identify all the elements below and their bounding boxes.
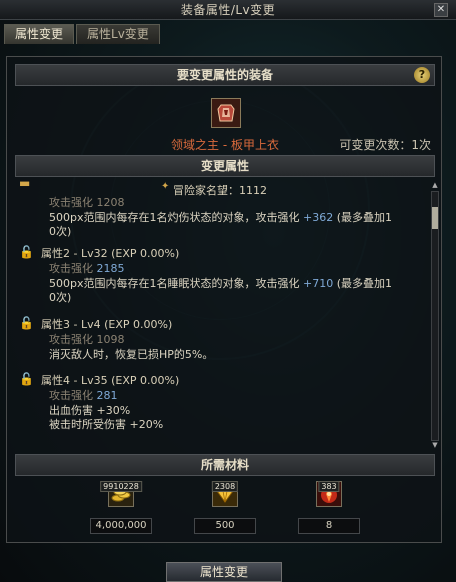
material-item-crystal[interactable]: 383 bbox=[299, 481, 359, 507]
property-stat-line: 攻击强化 2185 bbox=[49, 262, 125, 275]
property-title: 属性2 - Lv32 (EXP 0.00%) bbox=[41, 247, 180, 260]
help-icon[interactable]: ? bbox=[414, 67, 430, 83]
equip-slot[interactable] bbox=[211, 98, 241, 128]
props-section-title: 变更属性 bbox=[200, 159, 249, 173]
scroll-down-arrow[interactable]: ▼ bbox=[431, 441, 439, 451]
materials-section-header: 所需材料 bbox=[15, 454, 435, 476]
tab-bar: 属性变更 属性Lv变更 bbox=[4, 24, 160, 44]
property-list: ✦ 冒险家名望：1112 ▬ 攻击强化 1208 500px范围内每存在1名灼伤… bbox=[15, 179, 427, 447]
property-effect-line-cont: 0次) bbox=[49, 225, 72, 238]
main-panel: 要变更属性的装备 ? 领域之主 - 板甲上衣 可变更次数：1次 变更属性 ✦ 冒… bbox=[6, 56, 442, 543]
window-title: 装备属性/Lv变更 bbox=[180, 3, 276, 17]
property-change-button[interactable]: 属性变更 bbox=[166, 562, 282, 582]
armor-icon bbox=[212, 99, 240, 127]
property-title: 属性3 - Lv4 (EXP 0.00%) bbox=[41, 318, 173, 331]
remaining-change-count: 可变更次数：1次 bbox=[339, 138, 431, 152]
property-stat-line: 攻击强化 1098 bbox=[49, 333, 125, 346]
material-stock-count: 9910228 bbox=[100, 481, 142, 492]
unlock-icon[interactable]: 🔓 bbox=[19, 245, 34, 259]
tab-property-lv-change[interactable]: 属性Lv变更 bbox=[76, 24, 160, 44]
props-section-header: 变更属性 bbox=[15, 155, 435, 177]
property-effect-line: 500px范围内每存在1名睡眠状态的对象，攻击强化 +710 (最多叠加1 bbox=[49, 277, 392, 290]
property-stat-line: 攻击强化 1208 bbox=[49, 196, 125, 209]
material-required-amount: 8 bbox=[298, 518, 360, 534]
scrollbar-thumb[interactable] bbox=[432, 207, 438, 229]
material-required-amount: 500 bbox=[194, 518, 256, 534]
material-item-diamond[interactable]: 2308 bbox=[195, 481, 255, 507]
gold-coins-icon: 9910228 bbox=[100, 481, 142, 507]
unlock-icon[interactable]: 🔓 bbox=[19, 316, 34, 330]
property-stat-line: 攻击强化 281 bbox=[49, 389, 118, 402]
scroll-up-arrow[interactable]: ▲ bbox=[431, 181, 439, 191]
lock-icon[interactable]: ▬ bbox=[19, 179, 31, 190]
adventurer-reputation: 冒险家名望：1112 bbox=[173, 184, 267, 197]
property-effect-line-2: 被击时所受伤害 +20% bbox=[49, 418, 164, 431]
red-crystal-icon: 383 bbox=[316, 481, 342, 507]
material-stock-count: 383 bbox=[318, 481, 340, 492]
material-item-gold[interactable]: 9910228 bbox=[91, 481, 151, 507]
equip-section-title: 要变更属性的装备 bbox=[176, 68, 273, 82]
material-stock-count: 2308 bbox=[211, 481, 239, 492]
property-effect-line: 500px范围内每存在1名灼伤状态的对象，攻击强化 +362 (最多叠加1 bbox=[49, 211, 392, 224]
equip-section-header: 要变更属性的装备 ? bbox=[15, 64, 435, 86]
title-bar[interactable]: 装备属性/Lv变更 ✕ bbox=[0, 0, 456, 20]
unlock-icon[interactable]: 🔓 bbox=[19, 372, 34, 386]
materials-section-title: 所需材料 bbox=[200, 458, 249, 472]
property-effect-line: 消灭敌人时，恢复已损HP的5%。 bbox=[49, 348, 214, 361]
material-required-amount: 4,000,000 bbox=[90, 518, 152, 534]
property-title: 属性4 - Lv35 (EXP 0.00%) bbox=[41, 374, 180, 387]
reputation-icon: ✦ bbox=[161, 181, 170, 192]
diamond-icon: 2308 bbox=[211, 481, 239, 507]
tab-property-change[interactable]: 属性变更 bbox=[4, 24, 75, 44]
property-effect-line-cont: 0次) bbox=[49, 291, 72, 304]
equip-property-window: 装备属性/Lv变更 ✕ 属性变更 属性Lv变更 要变更属性的装备 ? 领域之主 … bbox=[0, 0, 456, 582]
close-button[interactable]: ✕ bbox=[434, 3, 448, 17]
